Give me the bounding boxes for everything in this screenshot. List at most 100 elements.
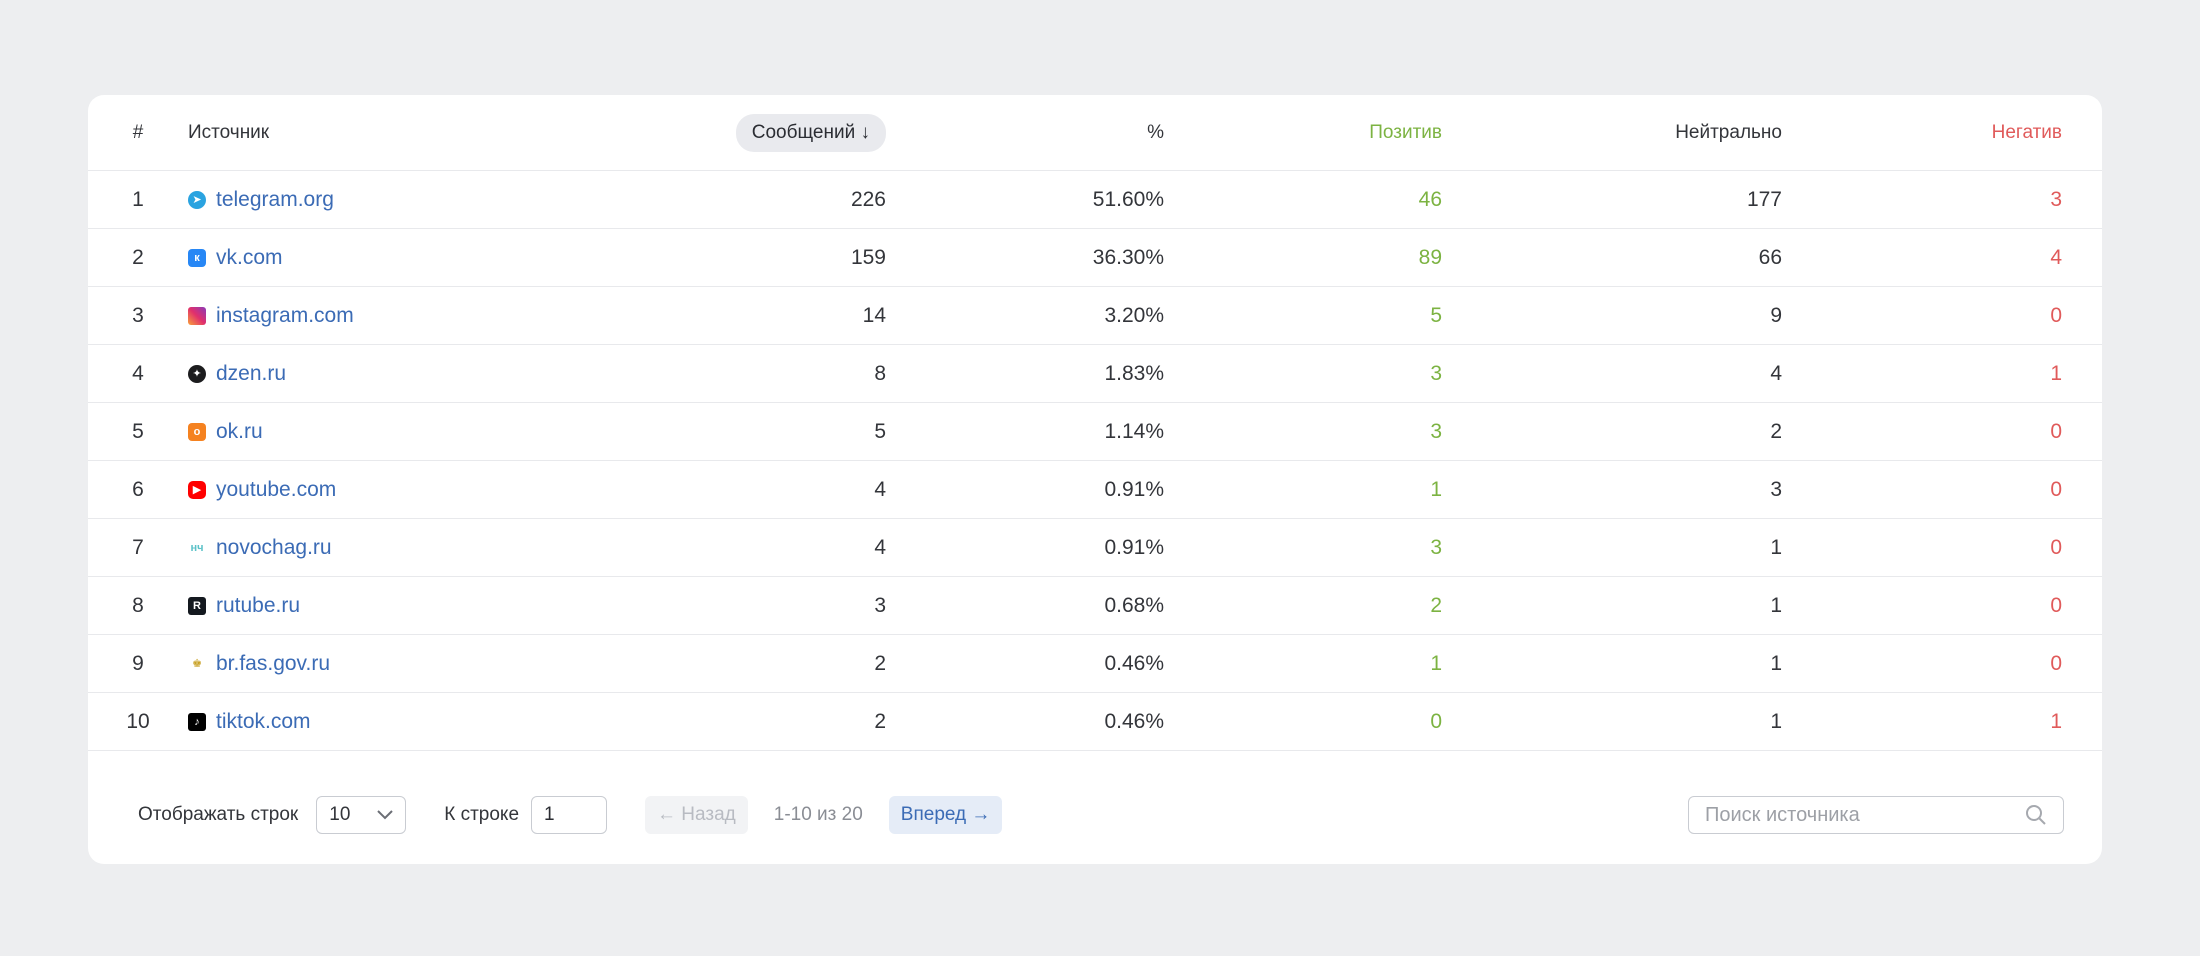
row-source: о ok.ru [188,420,608,444]
youtube-icon: ▶ [188,480,206,499]
row-percent: 1.83% [1104,361,1164,385]
row-messages: 159 [850,245,886,269]
row-num: 5 [132,419,144,443]
row-neutral: 2 [1770,419,1782,443]
row-messages: 3 [874,593,886,617]
row-positive: 5 [1430,303,1442,327]
telegram-icon: ➤ [188,190,206,209]
row-source: ✦ dzen.ru [188,362,608,386]
row-percent: 3.20% [1104,303,1164,327]
table-footer: Отображать строк 10 К строке ← Назад 1-1… [88,785,2102,845]
row-messages: 4 [874,477,886,501]
sort-arrow-icon: ↓ [860,121,871,143]
row-neutral: 66 [1758,245,1782,269]
instagram-icon [188,306,206,325]
next-page-button[interactable]: Вперед → [888,796,1003,834]
source-link[interactable]: rutube.ru [216,594,300,618]
jump-to-row-input[interactable] [531,796,608,834]
header-positive[interactable]: Позитив [1164,122,1442,144]
table-row: 10 ♪ tiktok.com 2 0.46% 0 1 1 [88,693,2102,751]
source-link[interactable]: br.fas.gov.ru [216,652,330,676]
source-link[interactable]: dzen.ru [216,362,286,386]
header-percent[interactable]: % [886,122,1164,144]
odnoklassniki-icon: о [188,422,206,441]
row-percent: 1.14% [1104,419,1164,443]
row-num: 2 [132,245,144,269]
row-positive: 1 [1430,477,1442,501]
source-link[interactable]: tiktok.com [216,710,311,734]
row-negative: 0 [2050,593,2062,617]
row-negative: 1 [2050,709,2062,733]
source-link[interactable]: youtube.com [216,478,336,502]
row-source: ➤ telegram.org [188,188,608,212]
rows-per-page-label: Отображать строк [138,804,299,825]
row-messages: 4 [874,535,886,559]
row-num: 10 [126,709,150,733]
jump-to-row-label: К строке [444,804,520,825]
row-positive: 3 [1430,361,1442,385]
row-source: ♪ tiktok.com [188,710,608,734]
row-messages: 2 [874,651,886,675]
row-source: R rutube.ru [188,594,608,618]
row-positive: 2 [1430,593,1442,617]
tiktok-icon: ♪ [188,712,206,731]
row-neutral: 3 [1770,477,1782,501]
page-range-label: 1-10 из 20 [773,804,863,825]
row-neutral: 1 [1770,709,1782,733]
header-num: # [132,121,144,143]
row-negative: 4 [2050,245,2062,269]
header-source[interactable]: Источник [188,122,608,144]
table-row: 9 ♚ br.fas.gov.ru 2 0.46% 1 1 0 [88,635,2102,693]
row-source: ▶ youtube.com [188,478,608,502]
table-row: 4 ✦ dzen.ru 8 1.83% 3 4 1 [88,345,2102,403]
row-num: 6 [132,477,144,501]
vk-icon: к [188,248,206,267]
rows-per-page-value: 10 [329,804,351,825]
table-body: 1 ➤ telegram.org 226 51.60% 46 177 3 2 к… [88,171,2102,751]
table-header: # Источник Сообщений ↓ % Позитив Нейтрал… [88,95,2102,171]
row-negative: 0 [2050,303,2062,327]
table-row: 7 нч novochag.ru 4 0.91% 3 1 0 [88,519,2102,577]
table-row: 5 о ok.ru 5 1.14% 3 2 0 [88,403,2102,461]
row-percent: 0.91% [1104,477,1164,501]
row-neutral: 177 [1746,187,1782,211]
row-negative: 0 [2050,651,2062,675]
row-messages: 8 [874,361,886,385]
row-source: ♚ br.fas.gov.ru [188,652,608,676]
row-positive: 3 [1430,535,1442,559]
row-percent: 0.68% [1104,593,1164,617]
prev-page-button[interactable]: ← Назад [645,796,748,834]
row-negative: 3 [2050,187,2062,211]
row-negative: 0 [2050,477,2062,501]
row-num: 1 [132,187,144,211]
rutube-icon: R [188,596,206,615]
row-positive: 3 [1430,419,1442,443]
row-percent: 0.46% [1104,651,1164,675]
source-link[interactable]: ok.ru [216,420,263,444]
source-link[interactable]: vk.com [216,246,283,270]
search-icon[interactable] [2025,804,2047,826]
header-neutral[interactable]: Нейтрально [1442,122,1782,144]
row-neutral: 1 [1770,593,1782,617]
row-negative: 1 [2050,361,2062,385]
chevron-down-icon [377,810,393,820]
source-search[interactable] [1688,796,2064,834]
source-link[interactable]: telegram.org [216,188,334,212]
header-negative[interactable]: Негатив [1782,122,2062,144]
row-messages: 5 [874,419,886,443]
row-positive: 0 [1430,709,1442,733]
row-source: к vk.com [188,246,608,270]
source-link[interactable]: novochag.ru [216,536,332,560]
novochag-icon: нч [188,538,206,557]
rows-per-page-select[interactable]: 10 [316,796,407,834]
sources-table-card: # Источник Сообщений ↓ % Позитив Нейтрал… [88,95,2102,864]
header-messages-sort[interactable]: Сообщений ↓ [735,113,886,152]
table-row: 8 R rutube.ru 3 0.68% 2 1 0 [88,577,2102,635]
table-row: 2 к vk.com 159 36.30% 89 66 4 [88,229,2102,287]
row-num: 4 [132,361,144,385]
source-search-input[interactable] [1705,803,2025,827]
row-neutral: 4 [1770,361,1782,385]
header-messages-label: Сообщений [751,121,856,143]
row-num: 8 [132,593,144,617]
source-link[interactable]: instagram.com [216,304,354,328]
